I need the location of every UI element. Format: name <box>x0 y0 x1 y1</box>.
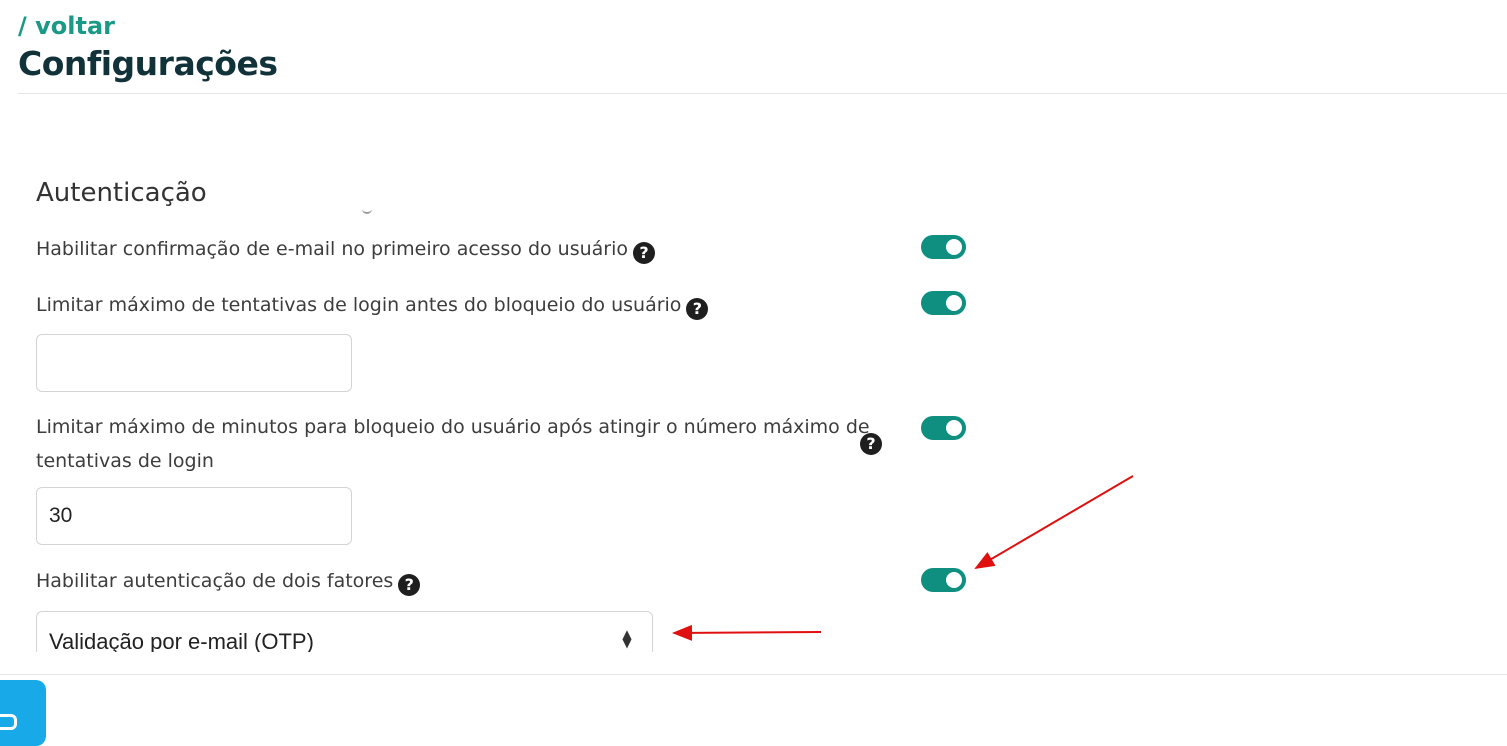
lockout-minutes-label: Limitar máximo de minutos para bloqueio … <box>36 410 870 478</box>
clipped-content-fragment <box>362 207 372 214</box>
question-circle-icon[interactable]: ? <box>398 574 421 596</box>
toggle-knob <box>946 572 962 588</box>
toggle-knob <box>946 239 962 255</box>
max-login-attempts-text: Limitar máximo de tentativas de login an… <box>36 294 682 316</box>
section-title-authentication: Autenticação <box>36 178 207 208</box>
page-title: Configurações <box>18 44 278 83</box>
select-value: Validação por e-mail (OTP) <box>49 629 314 652</box>
question-circle-icon[interactable]: ? <box>686 298 709 320</box>
email-confirmation-text: Habilitar confirmação de e-mail no prime… <box>36 238 629 260</box>
lockout-minutes-text-line1: Limitar máximo de minutos para bloqueio … <box>36 416 870 438</box>
two-factor-method-select[interactable]: Validação por e-mail (OTP) ▲ ▼ <box>36 611 653 652</box>
toggle-knob <box>946 295 962 311</box>
lockout-minutes-input[interactable] <box>36 487 352 545</box>
question-circle-icon[interactable]: ? <box>860 433 882 455</box>
two-factor-text: Habilitar autenticação de dois fatores <box>36 570 394 592</box>
max-login-attempts-label: Limitar máximo de tentativas de login an… <box>36 288 709 322</box>
max-login-attempts-toggle[interactable] <box>921 291 966 315</box>
chat-widget-button[interactable] <box>0 680 46 746</box>
footer-divider <box>0 674 1507 675</box>
chevron-up-down-icon: ▲ ▼ <box>622 627 632 650</box>
email-confirmation-toggle[interactable] <box>921 235 966 259</box>
lockout-minutes-toggle[interactable] <box>921 416 966 440</box>
question-circle-icon[interactable]: ? <box>633 242 656 264</box>
two-factor-toggle[interactable] <box>921 568 966 592</box>
email-confirmation-label: Habilitar confirmação de e-mail no prime… <box>36 232 656 266</box>
toggle-knob <box>946 420 962 436</box>
two-factor-label: Habilitar autenticação de dois fatores? <box>36 564 421 598</box>
max-login-attempts-input[interactable] <box>36 334 352 392</box>
lockout-minutes-text-line2: tentativas de login <box>36 450 214 472</box>
settings-content[interactable]: Autenticação Habilitar confirmação de e-… <box>0 94 1507 652</box>
back-link[interactable]: / voltar <box>18 12 115 40</box>
chat-icon <box>0 714 17 730</box>
